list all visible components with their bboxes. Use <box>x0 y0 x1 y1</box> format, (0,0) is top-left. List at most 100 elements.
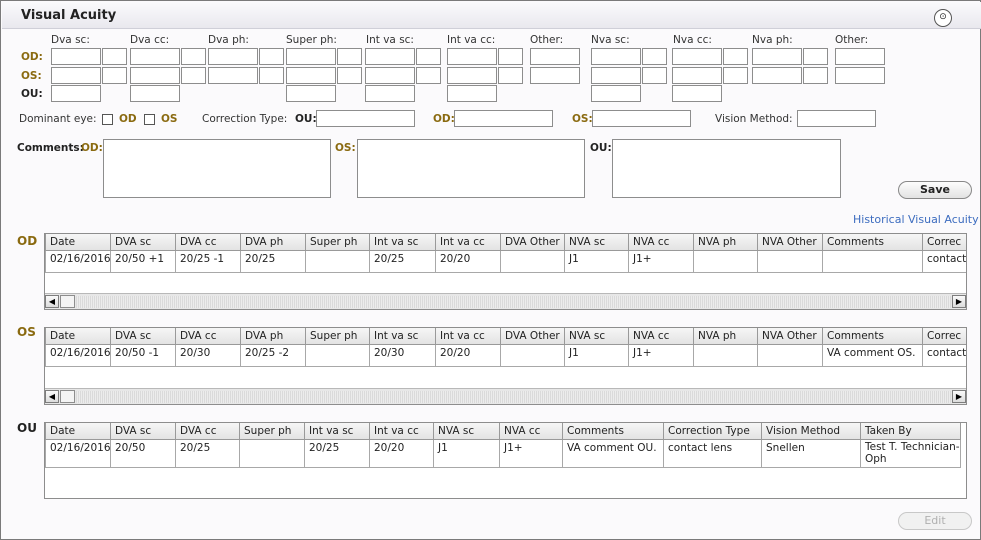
column-header[interactable]: NVA Other <box>757 328 823 345</box>
column-header[interactable]: Correc <box>922 328 966 345</box>
column-header[interactable]: DVA sc <box>110 423 176 440</box>
vision-method-field[interactable] <box>797 110 876 127</box>
column-header[interactable]: DVA Other <box>500 234 565 251</box>
dominant-os-checkbox[interactable] <box>144 114 155 125</box>
entry-modifier-field-od[interactable] <box>416 48 441 65</box>
entry-field-od[interactable] <box>208 48 258 65</box>
scroll-track[interactable] <box>76 391 951 403</box>
column-header[interactable]: NVA sc <box>564 328 629 345</box>
column-header[interactable]: Date <box>45 328 111 345</box>
comments-od-textarea[interactable] <box>103 139 331 198</box>
entry-field-od[interactable] <box>752 48 802 65</box>
entry-modifier-field-od[interactable] <box>642 48 667 65</box>
column-header[interactable]: Date <box>45 423 111 440</box>
column-header[interactable]: DVA sc <box>110 234 176 251</box>
column-header[interactable]: Correc <box>922 234 966 251</box>
entry-field-od[interactable] <box>130 48 180 65</box>
scroll-left-icon[interactable]: ◀ <box>45 295 59 308</box>
entry-field-ou[interactable] <box>672 85 722 102</box>
entry-modifier-field-od[interactable] <box>102 48 127 65</box>
scroll-left-icon[interactable]: ◀ <box>45 390 59 403</box>
column-header[interactable]: Int va sc <box>304 423 370 440</box>
entry-field-os[interactable] <box>286 67 336 84</box>
entry-field-os[interactable] <box>752 67 802 84</box>
entry-modifier-field-os[interactable] <box>723 67 748 84</box>
column-header[interactable]: NVA sc <box>433 423 500 440</box>
column-header[interactable]: Int va sc <box>369 234 436 251</box>
scroll-thumb[interactable] <box>60 295 75 308</box>
entry-field-os[interactable] <box>672 67 722 84</box>
comments-os-textarea[interactable] <box>357 139 585 198</box>
entry-field-od[interactable] <box>835 48 885 65</box>
column-header[interactable]: NVA sc <box>564 234 629 251</box>
column-header[interactable]: Correction Type <box>663 423 762 440</box>
entry-modifier-field-os[interactable] <box>642 67 667 84</box>
entry-field-ou[interactable] <box>447 85 497 102</box>
entry-field-os[interactable] <box>365 67 415 84</box>
column-header[interactable]: Super ph <box>239 423 305 440</box>
entry-field-od[interactable] <box>365 48 415 65</box>
column-header[interactable]: NVA cc <box>499 423 563 440</box>
entry-field-ou[interactable] <box>365 85 415 102</box>
table-row[interactable]: 02/16/2016 20/50 +1 20/25 -1 20/25 20/25 20/2… <box>45 249 966 273</box>
column-header[interactable]: Super ph <box>305 328 370 345</box>
historical-visual-acuity-link[interactable]: Historical Visual Acuity <box>853 213 979 226</box>
column-header[interactable]: DVA sc <box>110 328 176 345</box>
entry-field-os[interactable] <box>835 67 885 84</box>
entry-field-ou[interactable] <box>286 85 336 102</box>
horizontal-scrollbar[interactable]: ◀ ▶ <box>45 293 966 309</box>
scroll-right-icon[interactable]: ▶ <box>952 390 966 403</box>
entry-field-os[interactable] <box>591 67 641 84</box>
column-header[interactable]: Taken By <box>860 423 961 440</box>
entry-field-od[interactable] <box>286 48 336 65</box>
entry-field-od[interactable] <box>530 48 580 65</box>
entry-modifier-field-os[interactable] <box>259 67 284 84</box>
entry-modifier-field-od[interactable] <box>723 48 748 65</box>
column-header[interactable]: DVA cc <box>175 328 241 345</box>
correction-type-od-field[interactable] <box>454 110 553 127</box>
scroll-track[interactable] <box>76 296 951 308</box>
entry-field-ou[interactable] <box>130 85 180 102</box>
entry-field-od[interactable] <box>672 48 722 65</box>
entry-modifier-field-os[interactable] <box>498 67 523 84</box>
column-header[interactable]: Comments <box>822 234 923 251</box>
entry-field-ou[interactable] <box>51 85 101 102</box>
dominant-od-checkbox[interactable] <box>102 114 113 125</box>
entry-modifier-field-od[interactable] <box>181 48 206 65</box>
column-header[interactable]: NVA cc <box>628 234 694 251</box>
scroll-right-icon[interactable]: ▶ <box>952 295 966 308</box>
column-header[interactable]: NVA Other <box>757 234 823 251</box>
entry-modifier-field-os[interactable] <box>102 67 127 84</box>
entry-modifier-field-os[interactable] <box>416 67 441 84</box>
entry-field-os[interactable] <box>208 67 258 84</box>
column-header[interactable]: NVA ph <box>693 328 758 345</box>
entry-modifier-field-os[interactable] <box>181 67 206 84</box>
column-header[interactable]: Comments <box>822 328 923 345</box>
horizontal-scrollbar[interactable]: ◀ ▶ <box>45 388 966 404</box>
column-header[interactable]: DVA cc <box>175 234 241 251</box>
entry-field-os[interactable] <box>130 67 180 84</box>
comments-ou-textarea[interactable] <box>612 139 841 198</box>
entry-field-od[interactable] <box>447 48 497 65</box>
column-header[interactable]: NVA ph <box>693 234 758 251</box>
entry-modifier-field-os[interactable] <box>803 67 828 84</box>
entry-modifier-field-os[interactable] <box>337 67 362 84</box>
collapse-icon[interactable]: ⊙ <box>934 9 952 27</box>
column-header[interactable]: Vision Method <box>761 423 861 440</box>
entry-field-od[interactable] <box>591 48 641 65</box>
entry-field-os[interactable] <box>530 67 580 84</box>
column-header[interactable]: Date <box>45 234 111 251</box>
column-header[interactable]: Int va cc <box>369 423 434 440</box>
entry-modifier-field-od[interactable] <box>259 48 284 65</box>
scroll-thumb[interactable] <box>60 390 75 403</box>
correction-type-os-field[interactable] <box>592 110 691 127</box>
entry-field-od[interactable] <box>51 48 101 65</box>
edit-button[interactable]: Edit <box>898 512 972 530</box>
correction-type-ou-field[interactable] <box>316 110 415 127</box>
save-button[interactable]: Save <box>898 181 972 199</box>
entry-modifier-field-od[interactable] <box>803 48 828 65</box>
column-header[interactable]: DVA Other <box>500 328 565 345</box>
column-header[interactable]: Super ph <box>305 234 370 251</box>
column-header[interactable]: Comments <box>562 423 664 440</box>
column-header[interactable]: DVA cc <box>175 423 240 440</box>
